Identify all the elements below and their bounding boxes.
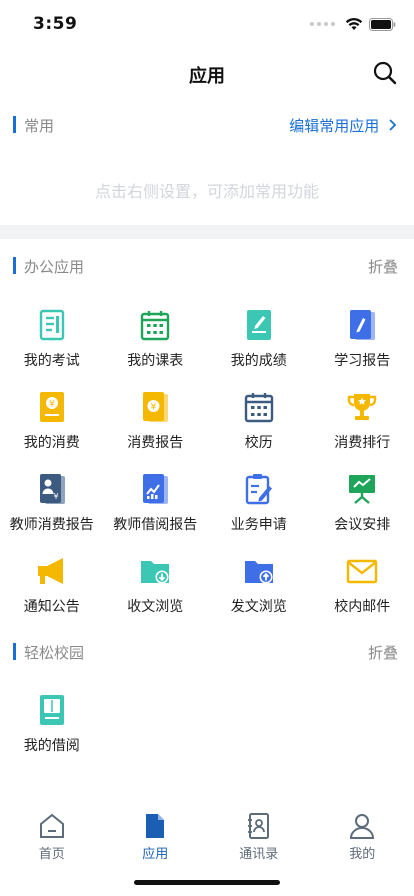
- app-notice-announcement[interactable]: 通知公告: [0, 546, 104, 628]
- section-accent-bar: [13, 257, 16, 274]
- nav-bar: 应用: [0, 48, 414, 98]
- app-label: 消费排行: [334, 435, 391, 451]
- consumption-report-icon: ¥: [143, 392, 169, 422]
- trophy-icon: [348, 394, 377, 420]
- teacher-borrow-report-icon: [143, 474, 169, 504]
- tab-contacts[interactable]: 通讯录: [207, 806, 311, 866]
- app-label: 教师消费报告: [9, 517, 94, 533]
- empty-hint: 点击右侧设置，可添加常用功能: [94, 182, 319, 201]
- app-school-calendar[interactable]: 校历: [207, 382, 311, 464]
- app-teacher-consumption-report[interactable]: ¥ 教师消费报告: [0, 464, 104, 546]
- campus-collapse-button[interactable]: 折叠: [368, 642, 398, 663]
- grades-icon: [246, 310, 271, 340]
- tab-label: 通讯录: [239, 847, 279, 862]
- app-consumption-report[interactable]: ¥ 消费报告: [104, 382, 208, 464]
- app-consumption-ranking[interactable]: 消费排行: [311, 382, 414, 464]
- app-label: 我的借阅: [23, 738, 80, 754]
- app-my-timetable[interactable]: 我的课表: [104, 300, 208, 382]
- school-calendar-icon: [244, 393, 273, 423]
- wifi-icon: [345, 18, 363, 30]
- calendar-icon: [141, 311, 170, 341]
- app-label: 消费报告: [127, 435, 184, 451]
- section-divider: [0, 225, 414, 239]
- app-business-application[interactable]: 业务申请: [207, 464, 311, 546]
- chevron-right-icon: [389, 119, 397, 131]
- app-label: 发文浏览: [230, 599, 287, 615]
- campus-app-grid: 我的借阅: [0, 685, 414, 767]
- mail-icon: [347, 559, 378, 584]
- tab-label: 我的: [349, 847, 376, 862]
- tab-label: 首页: [38, 847, 65, 862]
- office-section-title: 办公应用: [24, 258, 85, 276]
- status-bar: 3:59: [0, 0, 414, 48]
- home-indicator: [134, 880, 280, 885]
- edit-common-apps-button[interactable]: 编辑常用应用: [289, 115, 398, 136]
- campus-section-title: 轻松校园: [24, 644, 85, 662]
- app-my-consumption[interactable]: ¥ 我的消费: [0, 382, 104, 464]
- app-label: 我的消费: [23, 435, 80, 451]
- office-section-header: 办公应用 折叠: [0, 253, 414, 279]
- tab-bar: 首页 应用 通讯录 我的: [0, 806, 414, 866]
- office-collapse-button[interactable]: 折叠: [368, 256, 398, 277]
- document-icon: [146, 814, 165, 838]
- app-label: 校历: [244, 435, 273, 451]
- folder-upload-icon: [244, 561, 273, 584]
- app-label: 通知公告: [23, 599, 80, 615]
- status-time: 3:59: [33, 14, 78, 34]
- search-icon[interactable]: [372, 60, 398, 86]
- app-label: 我的考试: [23, 353, 80, 369]
- app-my-exam[interactable]: 我的考试: [0, 300, 104, 382]
- signal-icon: [310, 22, 335, 26]
- campus-section-header: 轻松校园 折叠: [0, 639, 414, 665]
- meeting-icon: [349, 475, 376, 504]
- contacts-icon: [247, 813, 269, 839]
- exam-icon: [39, 309, 64, 341]
- folder-download-icon: [141, 561, 170, 584]
- app-label: 会议安排: [334, 517, 391, 533]
- app-label: 学习报告: [334, 353, 391, 369]
- teacher-consumption-icon: ¥: [39, 474, 65, 504]
- app-campus-mail[interactable]: 校内邮件: [311, 546, 414, 628]
- app-my-grades[interactable]: 我的成绩: [207, 300, 311, 382]
- svg-text:¥: ¥: [49, 400, 55, 410]
- app-label: 收文浏览: [127, 599, 184, 615]
- office-app-grid: 我的考试 我的课表 我的成绩 学习报告 ¥ 我的消费 ¥ 消费报告 校历 消费排…: [0, 300, 414, 628]
- page-title: 应用: [189, 66, 225, 87]
- app-label: 校内邮件: [334, 599, 391, 615]
- app-label: 业务申请: [230, 517, 287, 533]
- study-report-icon: [350, 310, 376, 340]
- section-accent-bar: [13, 643, 16, 660]
- section-accent-bar: [13, 116, 16, 133]
- home-icon: [39, 813, 64, 838]
- book-icon: [39, 695, 64, 725]
- status-icons: [310, 17, 396, 31]
- app-my-borrowing[interactable]: 我的借阅: [0, 685, 104, 767]
- app-label: 教师借阅报告: [113, 517, 198, 533]
- app-label: 我的成绩: [230, 353, 287, 369]
- edit-common-apps-label: 编辑常用应用: [289, 117, 380, 135]
- app-study-report[interactable]: 学习报告: [311, 300, 414, 382]
- tab-apps[interactable]: 应用: [104, 806, 208, 866]
- consumption-icon: ¥: [39, 392, 64, 422]
- battery-icon: [369, 17, 396, 31]
- common-section-title: 常用: [24, 117, 55, 135]
- app-sent-documents[interactable]: 发文浏览: [207, 546, 311, 628]
- tab-home[interactable]: 首页: [0, 806, 104, 866]
- app-received-documents[interactable]: 收文浏览: [104, 546, 208, 628]
- app-teacher-borrow-report[interactable]: 教师借阅报告: [104, 464, 208, 546]
- app-label: 我的课表: [127, 353, 184, 369]
- megaphone-icon: [37, 558, 63, 584]
- profile-icon: [350, 814, 375, 839]
- common-section-header: 常用 编辑常用应用: [0, 112, 414, 138]
- business-apply-icon: [245, 474, 272, 505]
- app-meeting-schedule[interactable]: 会议安排: [311, 464, 414, 546]
- tab-label: 应用: [142, 847, 169, 862]
- svg-text:¥: ¥: [53, 492, 58, 501]
- svg-text:¥: ¥: [151, 403, 157, 413]
- tab-profile[interactable]: 我的: [311, 806, 414, 866]
